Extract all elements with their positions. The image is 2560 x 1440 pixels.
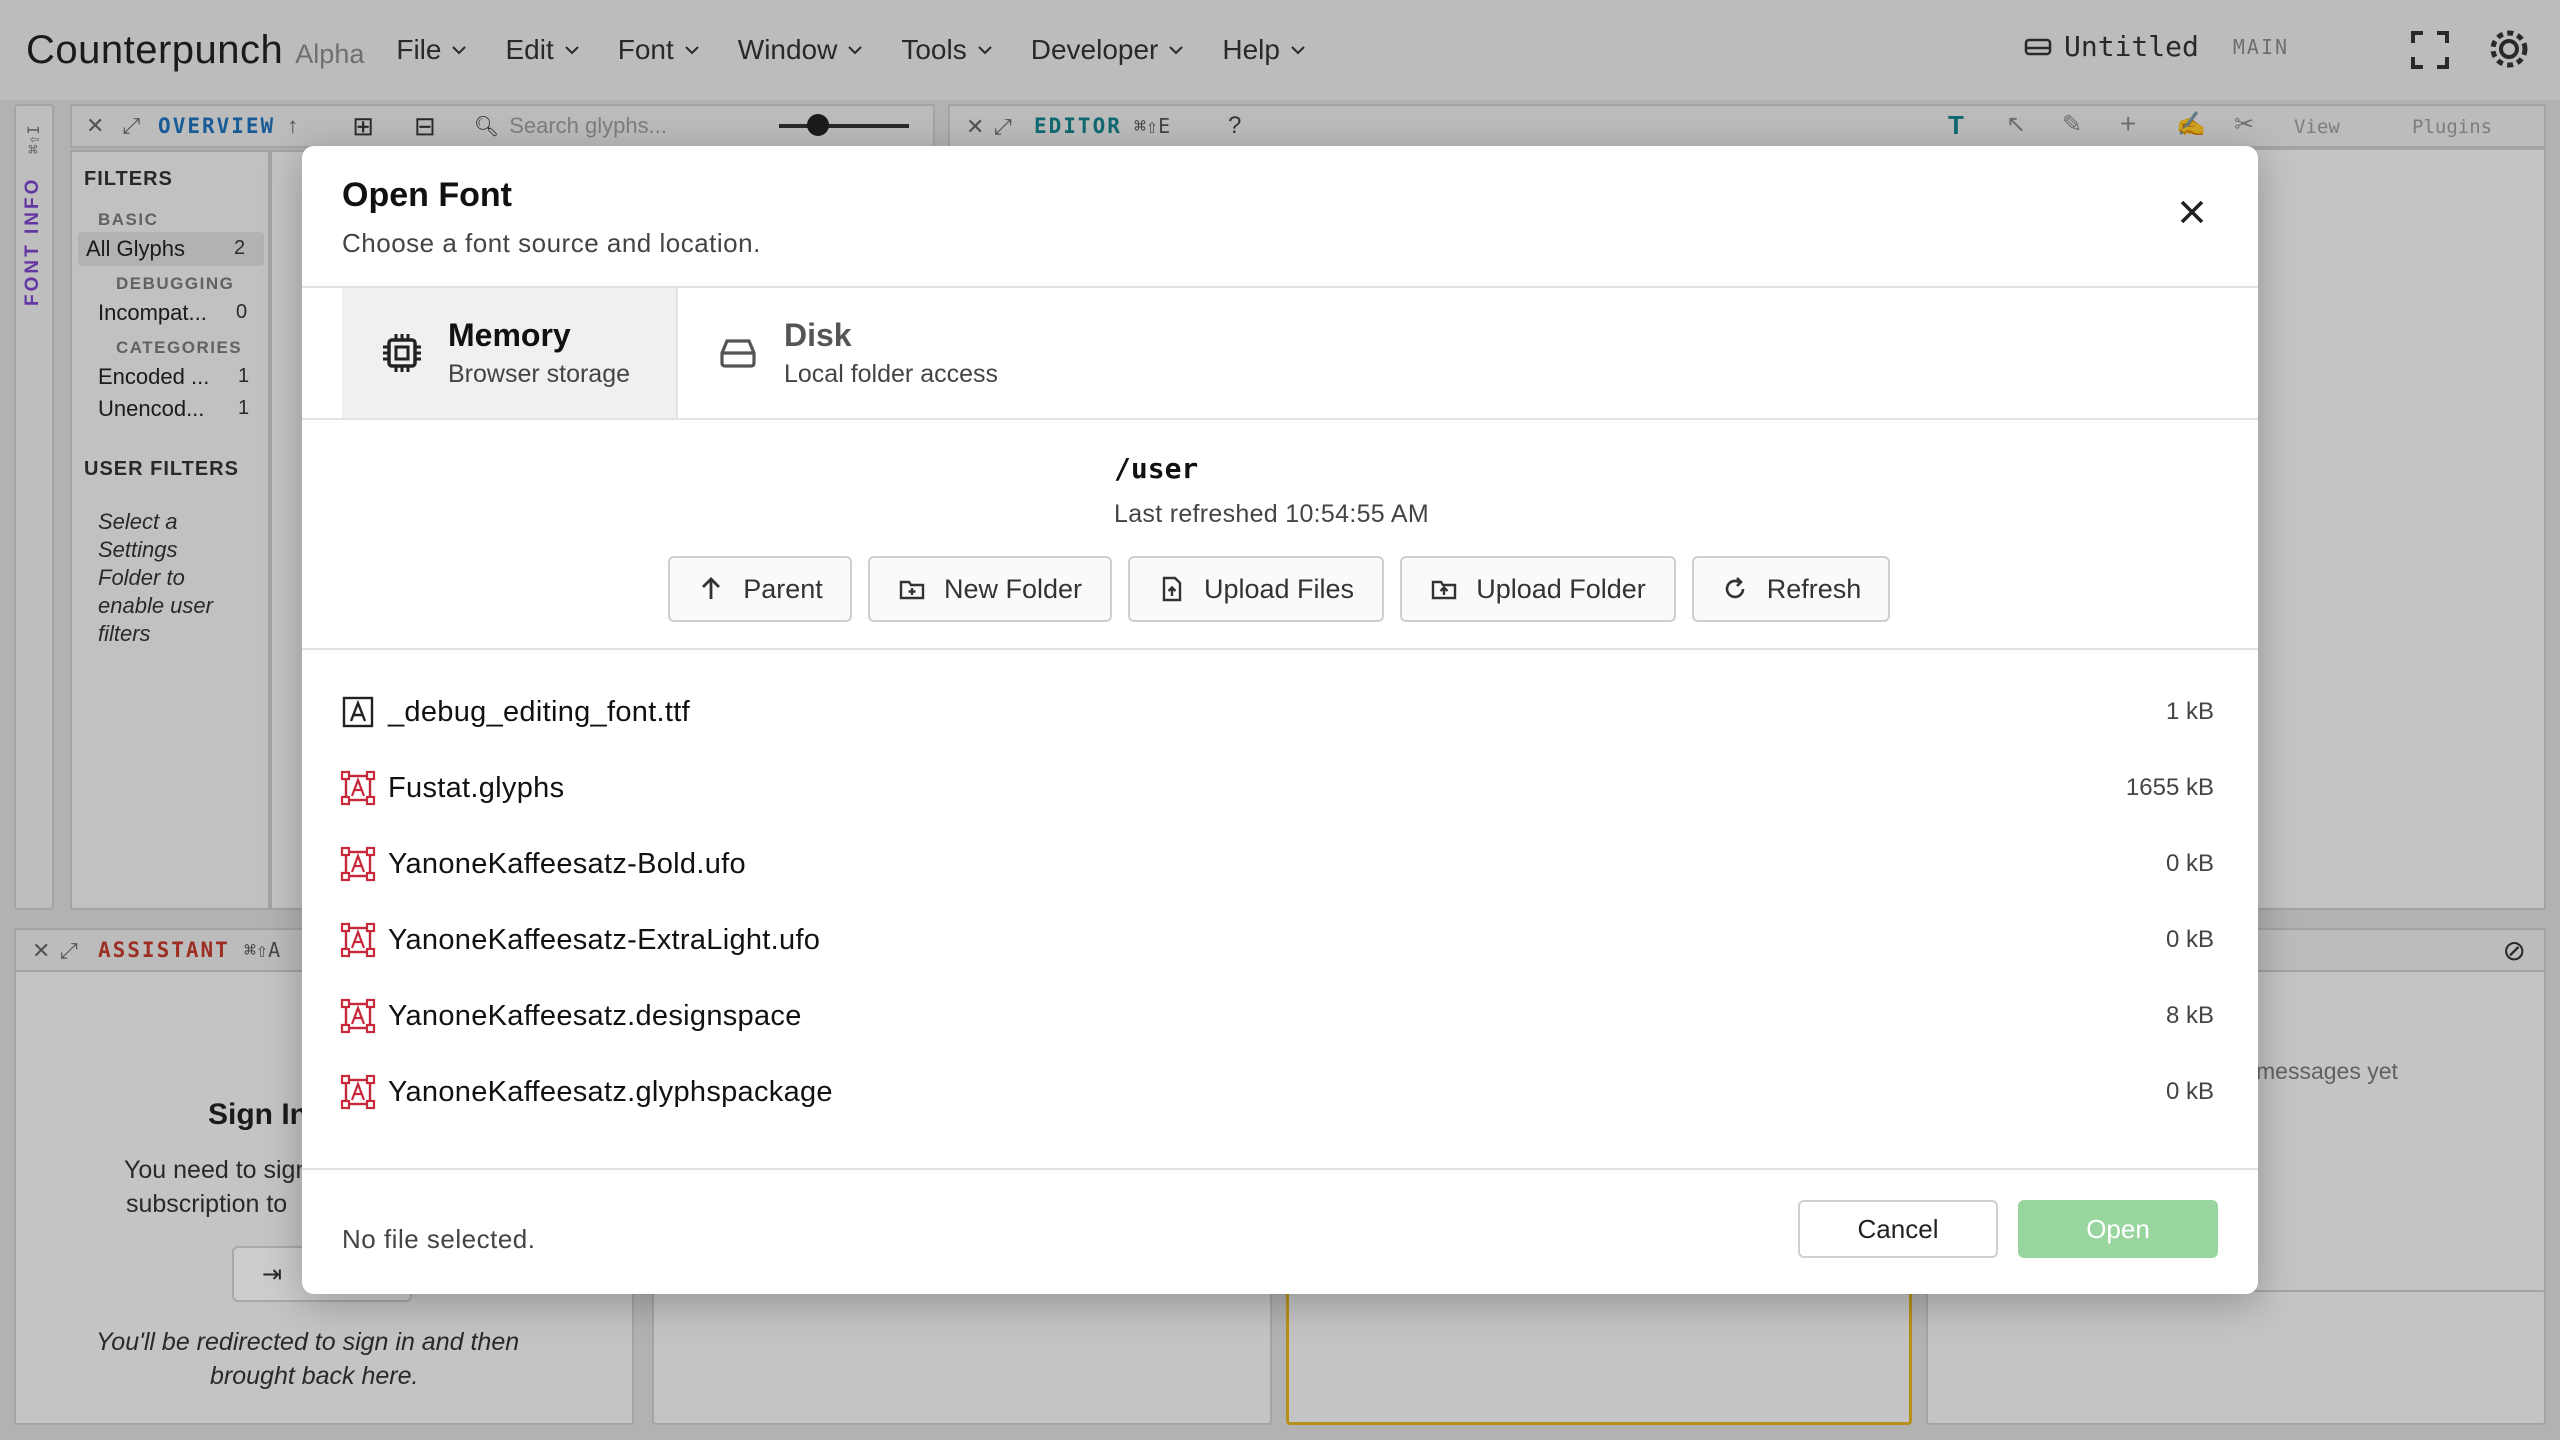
upload-files-button[interactable]: Upload Files <box>1128 556 1384 622</box>
file-size: 0 kB <box>2165 850 2214 877</box>
dialog-title: Open Font <box>342 176 512 214</box>
file-size: 8 kB <box>2165 1002 2214 1029</box>
font-source-icon <box>340 770 376 806</box>
file-row[interactable]: _debug_editing_font.ttf 1 kB <box>340 682 2214 742</box>
font-source-icon <box>340 998 376 1034</box>
font-file-icon <box>342 696 374 728</box>
file-row[interactable]: YanoneKaffeesatz.glyphspackage 0 kB <box>340 1062 2214 1122</box>
disk-icon <box>720 339 756 368</box>
font-source-icon <box>340 922 376 958</box>
file-size: 1 kB <box>2165 698 2214 725</box>
tab-memory-name: Memory <box>448 317 571 353</box>
refresh-button[interactable]: Refresh <box>1692 556 1890 622</box>
file-row[interactable]: YanoneKaffeesatz-Bold.ufo 0 kB <box>340 834 2214 894</box>
tab-memory[interactable]: Memory Browser storage <box>342 288 678 418</box>
cancel-button[interactable]: Cancel <box>1798 1200 1998 1258</box>
file-name: YanoneKaffeesatz-ExtraLight.ufo <box>388 923 821 956</box>
parent-button[interactable]: Parent <box>668 556 852 622</box>
tab-disk-desc: Local folder access <box>784 360 999 388</box>
font-source-icon <box>340 846 376 882</box>
font-source-icon <box>340 1074 376 1110</box>
file-row[interactable]: YanoneKaffeesatz-ExtraLight.ufo 0 kB <box>340 910 2214 970</box>
folder-upload-icon <box>1432 580 1457 600</box>
file-row[interactable]: Fustat.glyphs 1655 kB <box>340 758 2214 818</box>
refresh-icon <box>1725 577 1745 599</box>
arrow-up-icon <box>702 577 721 599</box>
file-name: YanoneKaffeesatz.designspace <box>388 999 802 1032</box>
file-size: 0 kB <box>2165 926 2214 953</box>
chip-icon <box>383 334 421 372</box>
upload-folder-button[interactable]: Upload Folder <box>1400 556 1676 622</box>
new-folder-button[interactable]: New Folder <box>868 556 1112 622</box>
last-refreshed: Last refreshed 10:54:55 AM <box>1114 500 1429 528</box>
divider <box>302 648 2258 650</box>
file-size: 1655 kB <box>2125 774 2214 801</box>
divider <box>302 418 2258 420</box>
dialog-subtitle: Choose a font source and location. <box>342 228 761 258</box>
file-row[interactable]: YanoneKaffeesatz.designspace 8 kB <box>340 986 2214 1046</box>
tab-disk[interactable]: Disk Local folder access <box>678 288 1078 418</box>
current-path: /user <box>1114 452 1199 485</box>
file-name: YanoneKaffeesatz-Bold.ufo <box>388 847 746 880</box>
file-upload-icon <box>1162 576 1182 602</box>
selection-status: No file selected. <box>342 1224 536 1254</box>
open-font-dialog: Open Font Choose a font source and locat… <box>302 146 2258 1294</box>
file-size: 0 kB <box>2165 1078 2214 1105</box>
open-button[interactable]: Open <box>2018 1200 2218 1258</box>
file-name: Fustat.glyphs <box>388 771 565 804</box>
tab-memory-desc: Browser storage <box>448 360 631 388</box>
folder-plus-icon <box>899 580 925 600</box>
close-icon[interactable] <box>2176 196 2208 228</box>
divider <box>302 1168 2258 1170</box>
file-name: YanoneKaffeesatz.glyphspackage <box>388 1075 833 1108</box>
tab-disk-name: Disk <box>784 317 852 353</box>
file-name: _debug_editing_font.ttf <box>388 695 690 728</box>
